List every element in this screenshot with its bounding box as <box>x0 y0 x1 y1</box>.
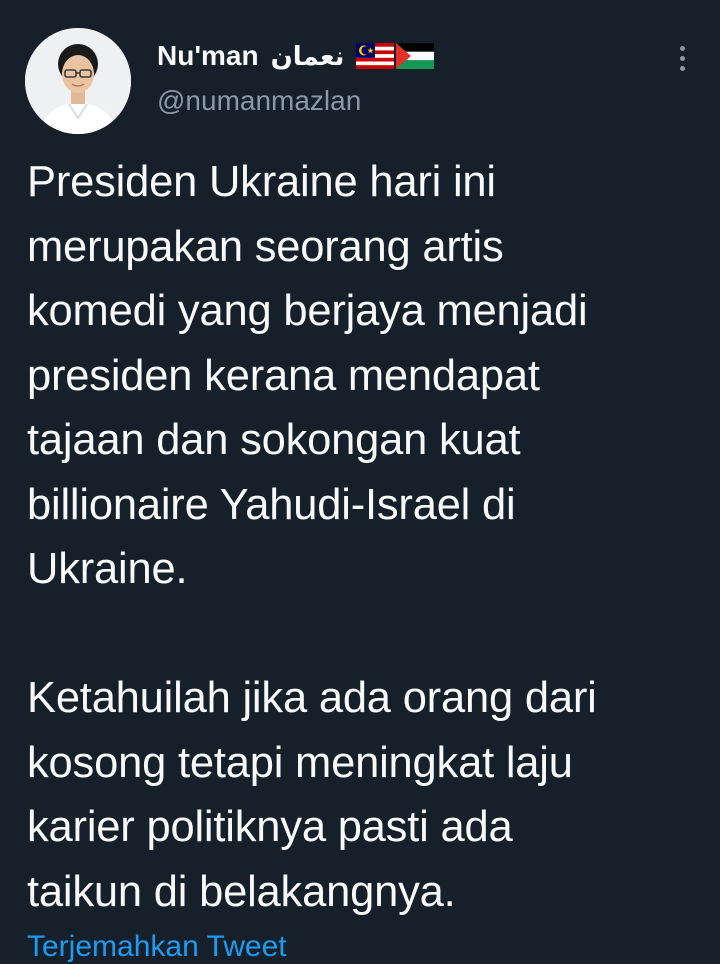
tweet-line: Presiden Ukraine hari ini <box>27 158 496 206</box>
palestine-flag-icon <box>396 43 435 69</box>
tweet-line: karier politiknya pasti ada <box>27 803 513 851</box>
arabic-name: نعمان <box>270 40 345 71</box>
tweet-line: Ketahuilah jika ada orang dari <box>27 674 597 722</box>
tweet-line: presiden kerana mendapat <box>27 351 540 400</box>
author-name-row[interactable]: Nu'man نعمان <box>157 34 435 78</box>
tweet-line: taikun di belakangnya. <box>27 867 456 916</box>
tweet-line: tajaan dan sokongan kuat <box>27 416 521 464</box>
translate-tweet-link[interactable]: Terjemahkan Tweet <box>27 930 287 964</box>
tweet-line: Ukraine. <box>27 545 188 593</box>
tweet-card: Nu'man نعمان @numanmazlan Presiden Ukrai… <box>0 0 720 963</box>
tweet-line: billionaire Yahudi-Israel di <box>27 480 516 529</box>
tweet-line: merupakan seorang artis <box>27 222 504 271</box>
tweet-line: komedi yang berjaya menjadi <box>27 287 588 335</box>
flag-emojis <box>356 43 435 69</box>
tweet-line: kosong tetapi meningkat laju <box>27 738 573 787</box>
avatar-photo <box>25 28 131 134</box>
more-options-icon[interactable] <box>668 38 696 78</box>
tweet-text: Presiden Ukraine hari ini merupakan seor… <box>27 150 707 924</box>
user-handle[interactable]: @numanmazlan <box>157 85 361 117</box>
malaysia-flag-icon <box>356 43 395 69</box>
avatar[interactable] <box>25 28 131 134</box>
display-name[interactable]: Nu'man <box>157 40 259 72</box>
